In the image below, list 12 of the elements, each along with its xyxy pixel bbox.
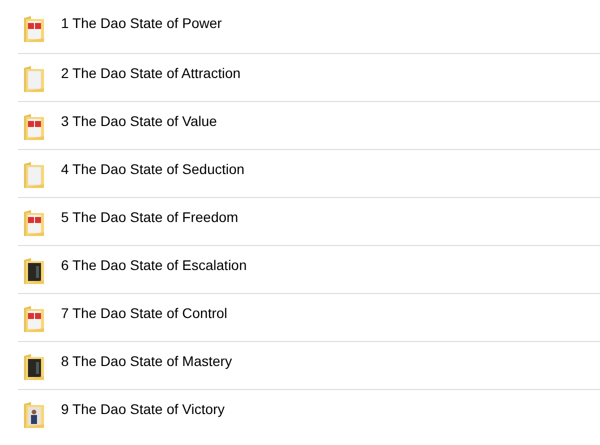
folder-name[interactable]: 8 The Dao State of Mastery [61,352,232,370]
folder-icon[interactable] [22,352,46,382]
folder-name[interactable]: 5 The Dao State of Freedom [61,208,238,226]
folder-name[interactable]: 2 The Dao State of Attraction [61,64,241,82]
folder-icon[interactable] [22,400,46,430]
folder-name[interactable]: 3 The Dao State of Value [61,112,217,130]
folder-icon[interactable] [22,256,46,286]
folder-name[interactable]: 9 The Dao State of Victory [61,400,225,418]
folder-name[interactable]: 4 The Dao State of Seduction [61,160,244,178]
folder-name[interactable]: 1 The Dao State of Power [61,14,222,32]
folder-name[interactable]: 6 The Dao State of Escalation [61,256,247,274]
folder-name[interactable]: 7 The Dao State of Control [61,304,228,322]
